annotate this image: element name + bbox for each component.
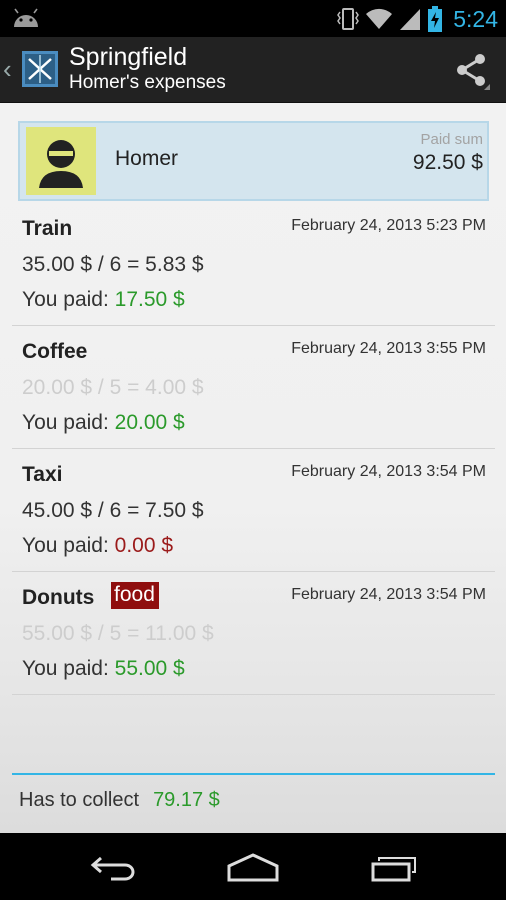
wifi-icon (366, 8, 393, 29)
page-title: Springfield (69, 43, 188, 71)
expense-name: Taxi (22, 463, 63, 486)
collect-label: Has to collect (19, 789, 140, 811)
share-icon[interactable] (452, 51, 492, 91)
vibrate-icon (337, 8, 360, 30)
paid-amount: 0.00 $ (114, 534, 174, 557)
category-tag: food (111, 582, 159, 609)
expense-date: February 24, 2013 3:54 PM (291, 463, 486, 480)
signal-icon (400, 9, 421, 30)
action-bar: ‹ Springfield Homer's expenses (0, 37, 506, 103)
recents-button[interactable] (365, 847, 425, 887)
paid-label: You paid: (22, 288, 109, 311)
clock: 5:24 (453, 5, 498, 32)
payer-name: Homer (115, 147, 179, 170)
paid-amount: 17.50 $ (114, 288, 185, 311)
expense-paid: You paid: 17.50 $ (22, 288, 185, 312)
content-area: Homer Paid sum 92.50 $ Train February 24… (0, 103, 506, 833)
android-icon (14, 8, 38, 27)
expense-formula: 35.00 $ / 6 = 5.83 $ (22, 253, 204, 276)
back-icon (90, 856, 135, 881)
expense-item-donuts[interactable]: Donuts food February 24, 2013 3:54 PM 55… (12, 572, 495, 695)
person-avatar-icon (26, 127, 96, 195)
expense-formula: 20.00 $ / 5 = 4.00 $ (22, 376, 204, 399)
expense-date: February 24, 2013 5:23 PM (291, 217, 486, 234)
paid-label: You paid: (22, 411, 109, 434)
paid-sum-value: 92.50 $ (412, 151, 483, 174)
expense-paid: You paid: 20.00 $ (22, 411, 185, 435)
paid-amount: 20.00 $ (114, 411, 185, 434)
expense-paid: You paid: 55.00 $ (22, 657, 185, 681)
footer-divider (12, 773, 495, 775)
expense-name: Donuts (22, 586, 95, 609)
expense-item-coffee[interactable]: Coffee February 24, 2013 3:55 PM 20.00 $… (12, 326, 495, 449)
expense-date: February 24, 2013 3:54 PM (291, 586, 486, 603)
payer-card[interactable]: Homer Paid sum 92.50 $ (18, 121, 489, 201)
expense-list: Train February 24, 2013 5:23 PM 35.00 $ … (12, 203, 495, 695)
home-button[interactable] (223, 847, 283, 887)
expense-name: Train (22, 217, 73, 240)
paid-label: You paid: (22, 657, 109, 680)
app-logo-icon[interactable] (20, 49, 60, 89)
paid-amount: 55.00 $ (114, 657, 185, 680)
expense-name: Coffee (22, 340, 88, 363)
paid-label: You paid: (22, 534, 109, 557)
collect-amount: 79.17 $ (153, 789, 220, 811)
expense-formula: 55.00 $ / 5 = 11.00 $ (22, 622, 214, 645)
up-chevron-icon[interactable]: ‹ (3, 55, 12, 83)
expense-paid: You paid: 0.00 $ (22, 534, 173, 558)
recents-icon (371, 857, 416, 882)
expense-formula: 45.00 $ / 6 = 7.50 $ (22, 499, 204, 522)
expense-date: February 24, 2013 3:55 PM (291, 340, 486, 357)
expense-item-train[interactable]: Train February 24, 2013 5:23 PM 35.00 $ … (12, 203, 495, 326)
collect-summary: Has to collect 79.17 $ (19, 789, 220, 812)
expense-item-taxi[interactable]: Taxi February 24, 2013 3:54 PM 45.00 $ /… (12, 449, 495, 572)
paid-sum-label: Paid sum (420, 131, 483, 148)
back-button[interactable] (83, 847, 143, 887)
battery-charging-icon (428, 6, 443, 32)
home-icon (227, 853, 279, 882)
navigation-bar (0, 833, 506, 900)
page-subtitle: Homer's expenses (69, 72, 226, 93)
status-bar: 5:24 (0, 0, 506, 37)
